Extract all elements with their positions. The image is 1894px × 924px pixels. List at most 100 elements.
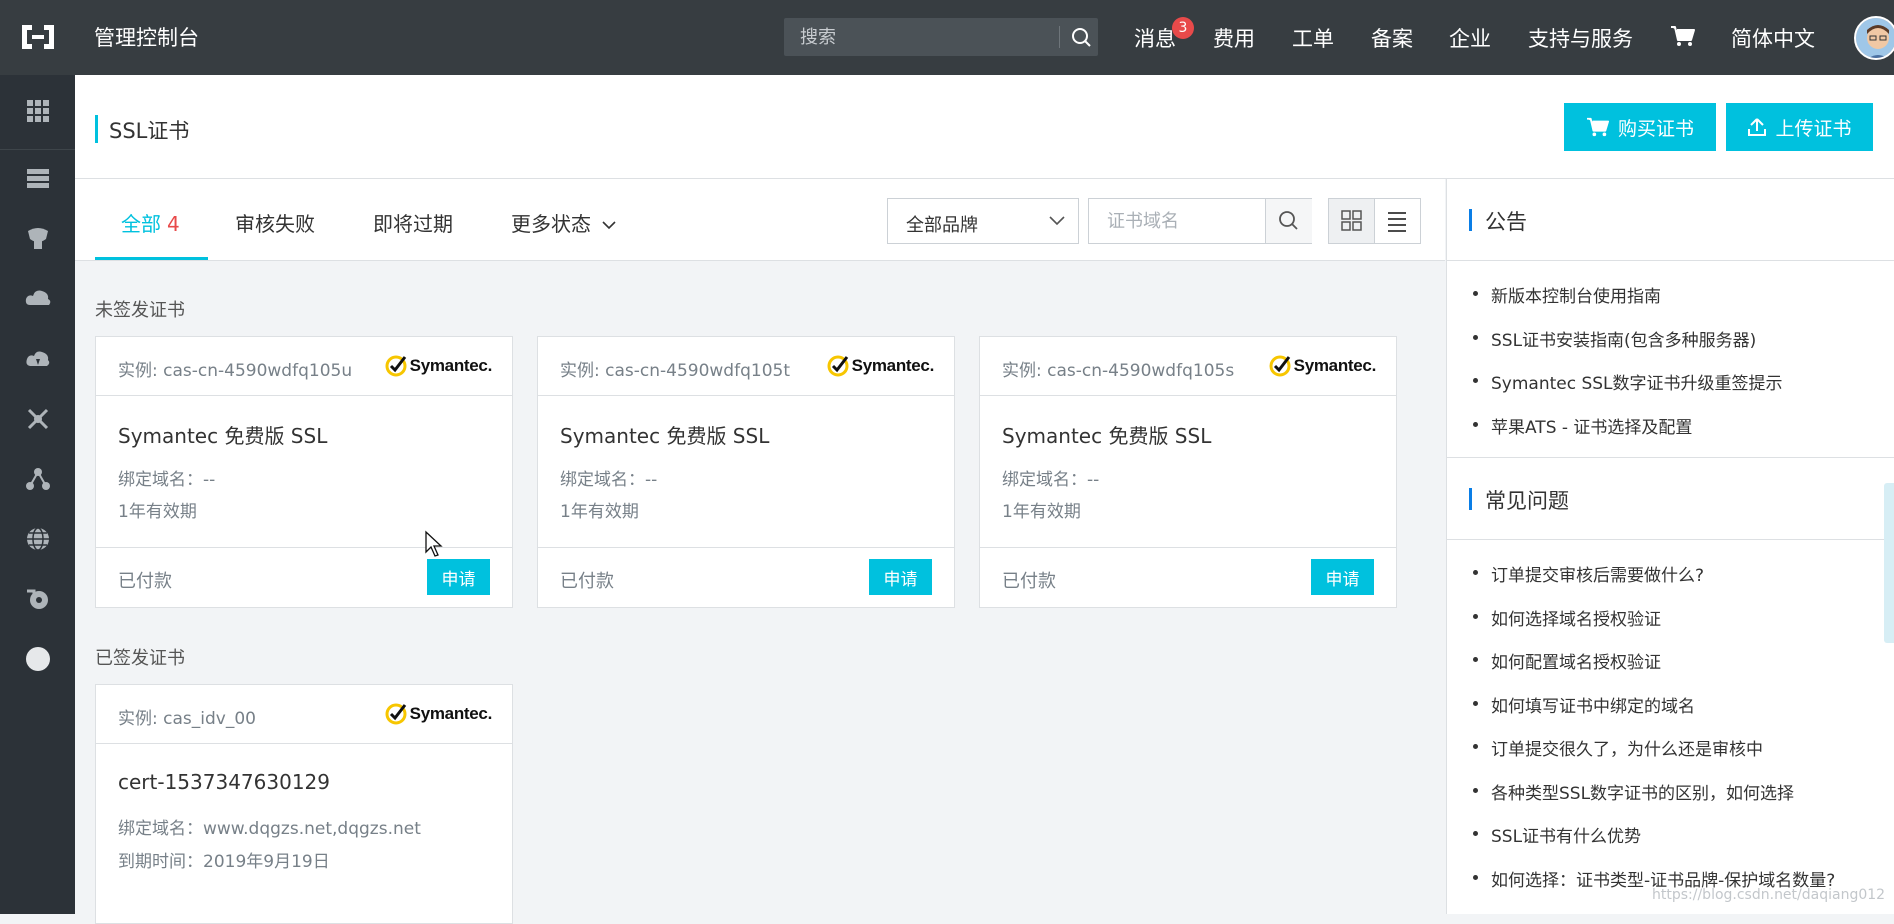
faq-link[interactable]: 如何选择域名授权验证 — [1473, 605, 1661, 630]
database-icon[interactable] — [24, 225, 52, 253]
nav-enterprise[interactable]: 企业 — [1449, 23, 1491, 53]
card-bound-domain: 绑定域名：-- — [560, 470, 658, 490]
aliyun-logo-icon[interactable] — [18, 22, 58, 52]
faq-link[interactable]: SSL证书有什么优势 — [1473, 822, 1641, 847]
faq-link[interactable]: 各种类型SSL数字证书的区别，如何选择 — [1473, 779, 1794, 804]
cart-icon[interactable] — [1670, 24, 1696, 48]
certificate-card: 实例: cas-cn-4590wdfq105u Symantec. Symant… — [95, 336, 513, 608]
card-validity: 1年有效期 — [118, 502, 197, 522]
global-search-input[interactable] — [784, 18, 1044, 56]
grid-view-button[interactable] — [1328, 198, 1375, 244]
faq-link[interactable]: 订单提交审核后需要做什么? — [1473, 561, 1704, 586]
list-view-button[interactable] — [1374, 198, 1421, 244]
announcement-link-text: 苹果ATS - 证书选择及配置 — [1491, 418, 1693, 438]
server-icon[interactable] — [24, 165, 52, 193]
announcement-link[interactable]: Symantec SSL数字证书升级重签提示 — [1473, 369, 1783, 394]
announcements-header: 公告 — [1447, 179, 1894, 261]
issued-section-label: 已签发证书 — [95, 648, 185, 669]
card-payment-status: 已付款 — [118, 571, 172, 592]
cloud-storage-icon[interactable] — [24, 285, 52, 313]
global-search — [784, 18, 1098, 56]
search-icon — [1279, 211, 1298, 230]
announcement-link-text: Symantec SSL数字证书升级重签提示 — [1491, 374, 1783, 394]
upload-certificate-label: 上传证书 — [1775, 117, 1852, 140]
apps-grid-icon[interactable] — [24, 97, 52, 125]
card-bound-domain: 绑定域名：-- — [1002, 470, 1100, 490]
domain-search-input[interactable] — [1089, 199, 1265, 243]
mouse-cursor-icon — [425, 530, 443, 557]
certificate-card: 实例: cas-cn-4590wdfq105t Symantec. Symant… — [537, 336, 955, 608]
card-instance-id: 实例: cas-cn-4590wdfq105s — [1002, 361, 1235, 381]
apply-button[interactable]: 申请 — [427, 559, 490, 595]
globe-icon[interactable] — [24, 525, 52, 553]
right-info-panel: 公告 新版本控制台使用指南 SSL证书安装指南(包含多种服务器) Symante… — [1446, 179, 1894, 914]
card-footer: 已付款 申请 — [538, 547, 954, 608]
announcement-link[interactable]: 苹果ATS - 证书选择及配置 — [1473, 413, 1692, 438]
apply-button[interactable]: 申请 — [1311, 559, 1374, 595]
tab-all-count: 4 — [167, 212, 180, 236]
domain-search-button[interactable] — [1265, 199, 1312, 243]
list-view-icon — [1388, 212, 1406, 232]
nav-support[interactable]: 支持与服务 — [1528, 23, 1633, 53]
search-divider — [1059, 26, 1060, 48]
tab-more-status[interactable]: 更多状态 — [511, 208, 617, 237]
sidebar-divider — [0, 149, 75, 150]
page-header: SSL证书 购买证书 上传证书 — [75, 75, 1894, 179]
symantec-logo: Symantec. — [385, 702, 492, 726]
brand-select[interactable]: 全部品牌 — [887, 198, 1079, 244]
circle-icon[interactable] — [24, 645, 52, 673]
faq-link-text: SSL证书有什么优势 — [1491, 827, 1642, 847]
buy-certificate-button[interactable]: 购买证书 — [1564, 103, 1716, 151]
apply-button[interactable]: 申请 — [869, 559, 932, 595]
faq-accent-bar — [1469, 488, 1472, 510]
faq-link[interactable]: 如何配置域名授权验证 — [1473, 648, 1661, 673]
feedback-side-tab[interactable] — [1884, 483, 1894, 643]
card-title: Symantec 免费版 SSL — [560, 424, 770, 448]
announcement-link[interactable]: SSL证书安装指南(包含多种服务器) — [1473, 326, 1756, 351]
card-instance-id: 实例: cas_idv_00 — [118, 709, 256, 729]
nav-icp[interactable]: 备案 — [1371, 23, 1413, 53]
card-bound-domain: 绑定域名：-- — [118, 470, 216, 490]
buy-certificate-label: 购买证书 — [1617, 117, 1694, 140]
faq-link[interactable]: 如何填写证书中绑定的域名 — [1473, 692, 1695, 717]
security-icon[interactable] — [24, 585, 52, 613]
upload-certificate-button[interactable]: 上传证书 — [1726, 103, 1873, 151]
network-icon[interactable] — [24, 405, 52, 433]
messages-badge: 3 — [1172, 17, 1194, 39]
search-icon[interactable] — [1066, 18, 1098, 56]
card-footer: 已付款 申请 — [96, 547, 512, 608]
cloud-cdn-icon[interactable] — [24, 345, 52, 373]
card-validity: 1年有效期 — [1002, 502, 1081, 522]
user-avatar[interactable] — [1854, 16, 1894, 60]
symantec-logo: Symantec. — [827, 354, 934, 378]
nav-tickets[interactable]: 工单 — [1292, 23, 1334, 53]
symantec-check-icon — [827, 355, 849, 377]
console-title[interactable]: 管理控制台 — [94, 22, 199, 52]
tab-all-label: 全部 — [121, 212, 161, 236]
tab-review-failed[interactable]: 审核失败 — [235, 208, 315, 237]
unissued-section-label: 未签发证书 — [95, 300, 185, 321]
tab-all[interactable]: 全部 4 — [121, 208, 180, 237]
chevron-down-icon — [602, 221, 616, 230]
nav-language[interactable]: 简体中文 — [1731, 23, 1815, 53]
symantec-logo: Symantec. — [1269, 354, 1376, 378]
announcements-accent-bar — [1469, 209, 1472, 231]
domain-search — [1088, 198, 1312, 244]
nav-messages[interactable]: 消息 — [1134, 23, 1176, 53]
cart-icon — [1586, 117, 1609, 137]
tab-expiring-soon[interactable]: 即将过期 — [373, 208, 453, 237]
card-instance-id: 实例: cas-cn-4590wdfq105u — [118, 361, 353, 381]
faq-link-text: 如何填写证书中绑定的域名 — [1491, 697, 1695, 717]
tab-more-status-label: 更多状态 — [511, 212, 591, 236]
nav-billing[interactable]: 费用 — [1213, 23, 1255, 53]
symantec-check-icon — [385, 703, 407, 725]
brand-select-value: 全部品牌 — [906, 215, 978, 236]
card-expiry: 到期时间：2019年9月19日 — [118, 852, 330, 872]
card-header: 实例: cas-cn-4590wdfq105u Symantec. — [96, 337, 512, 396]
card-header: 实例: cas-cn-4590wdfq105t Symantec. — [538, 337, 954, 396]
upload-icon — [1748, 118, 1767, 136]
card-header: 实例: cas_idv_00 Symantec. — [96, 685, 512, 744]
faq-link[interactable]: 订单提交很久了，为什么还是审核中 — [1473, 735, 1763, 760]
cluster-icon[interactable] — [24, 465, 52, 493]
announcement-link[interactable]: 新版本控制台使用指南 — [1473, 282, 1661, 307]
